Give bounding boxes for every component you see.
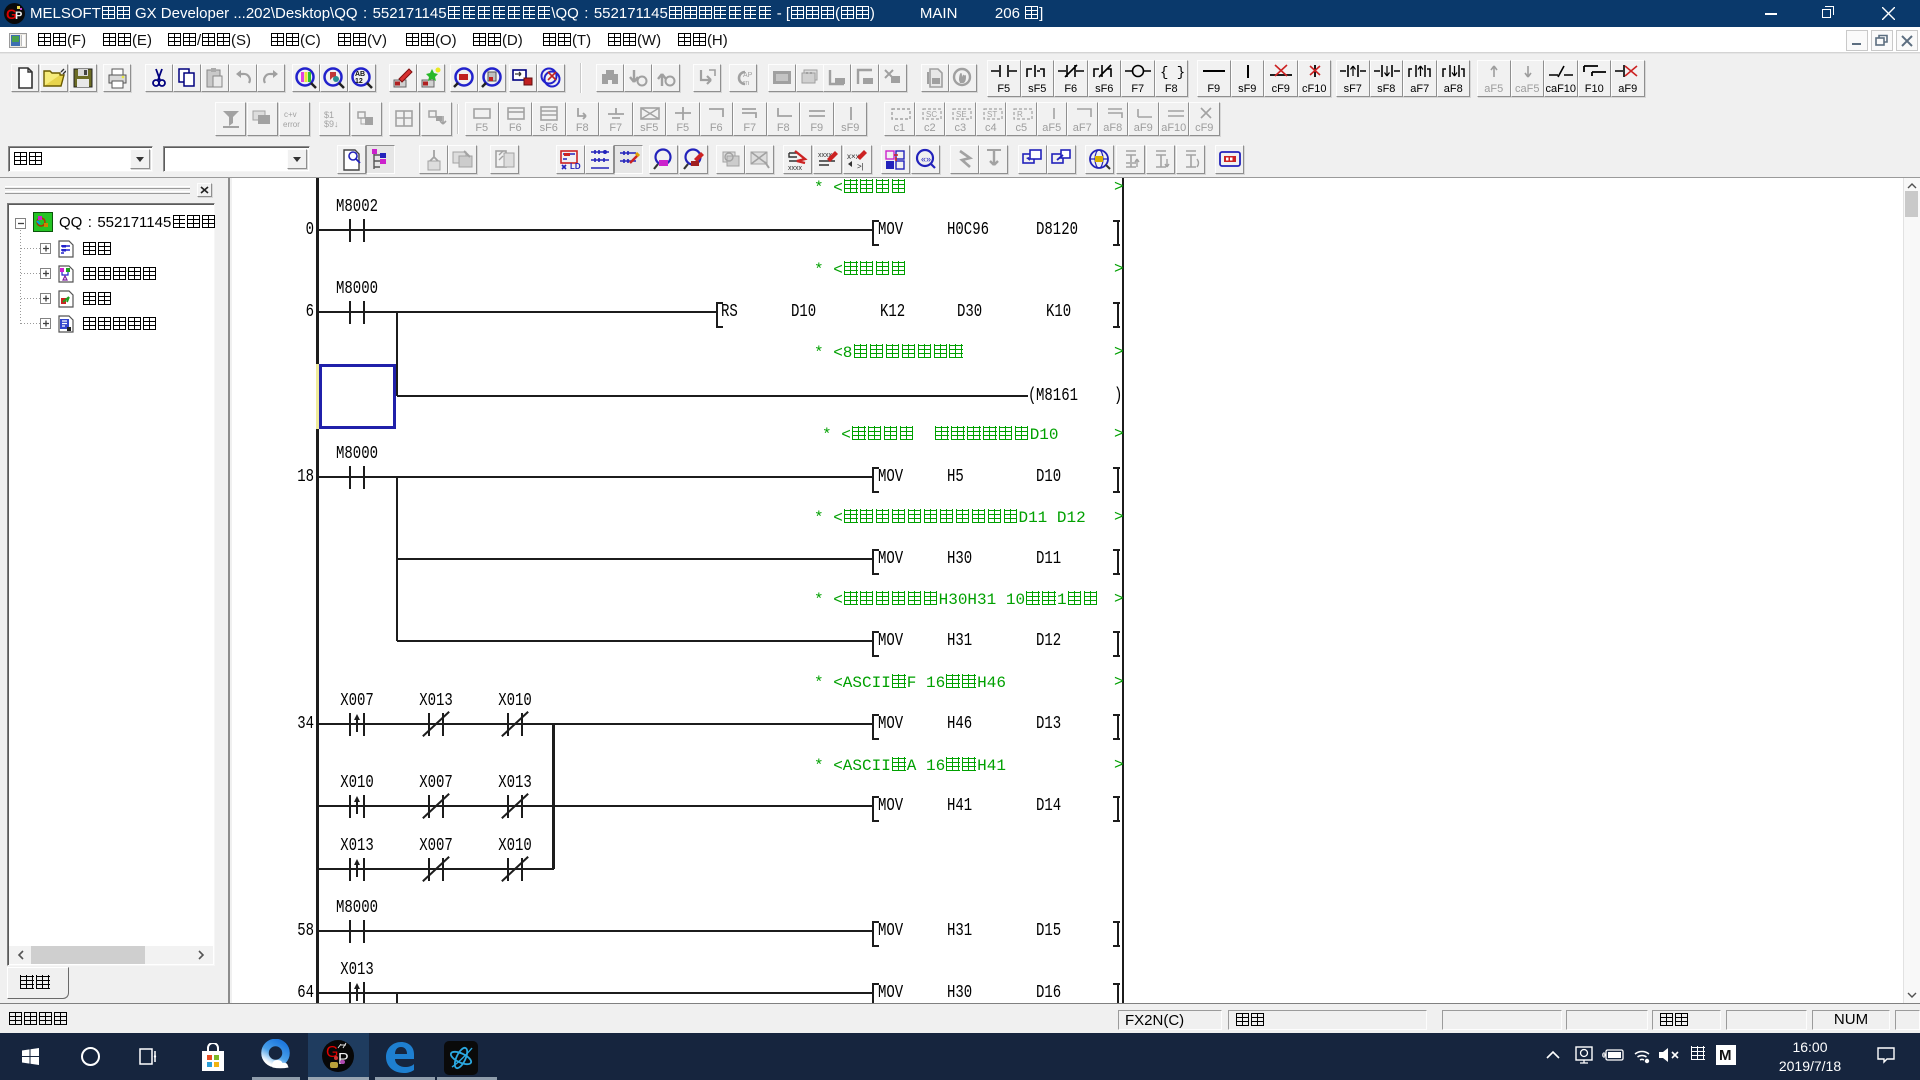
svg-text:«»: «» bbox=[921, 154, 931, 164]
svg-text:c+v: c+v bbox=[284, 110, 297, 119]
svg-text:{ }: { } bbox=[1160, 65, 1185, 80]
svg-text:$9↓: $9↓ bbox=[324, 119, 339, 129]
svg-text:AB: AB bbox=[355, 71, 365, 78]
svg-text:R: R bbox=[1017, 110, 1023, 119]
svg-text:SC: SC bbox=[926, 110, 937, 119]
svg-text:SE: SE bbox=[956, 110, 967, 119]
svg-text:xxxx: xxxx bbox=[788, 165, 803, 172]
svg-text:12: 12 bbox=[355, 78, 363, 85]
svg-text:rn: rn bbox=[743, 80, 749, 87]
svg-text:LD: LD bbox=[570, 162, 581, 171]
svg-text:>|: >| bbox=[857, 162, 864, 171]
svg-text:error: error bbox=[283, 120, 300, 129]
svg-text:AP: AP bbox=[743, 72, 753, 79]
svg-text:ST: ST bbox=[987, 110, 997, 119]
